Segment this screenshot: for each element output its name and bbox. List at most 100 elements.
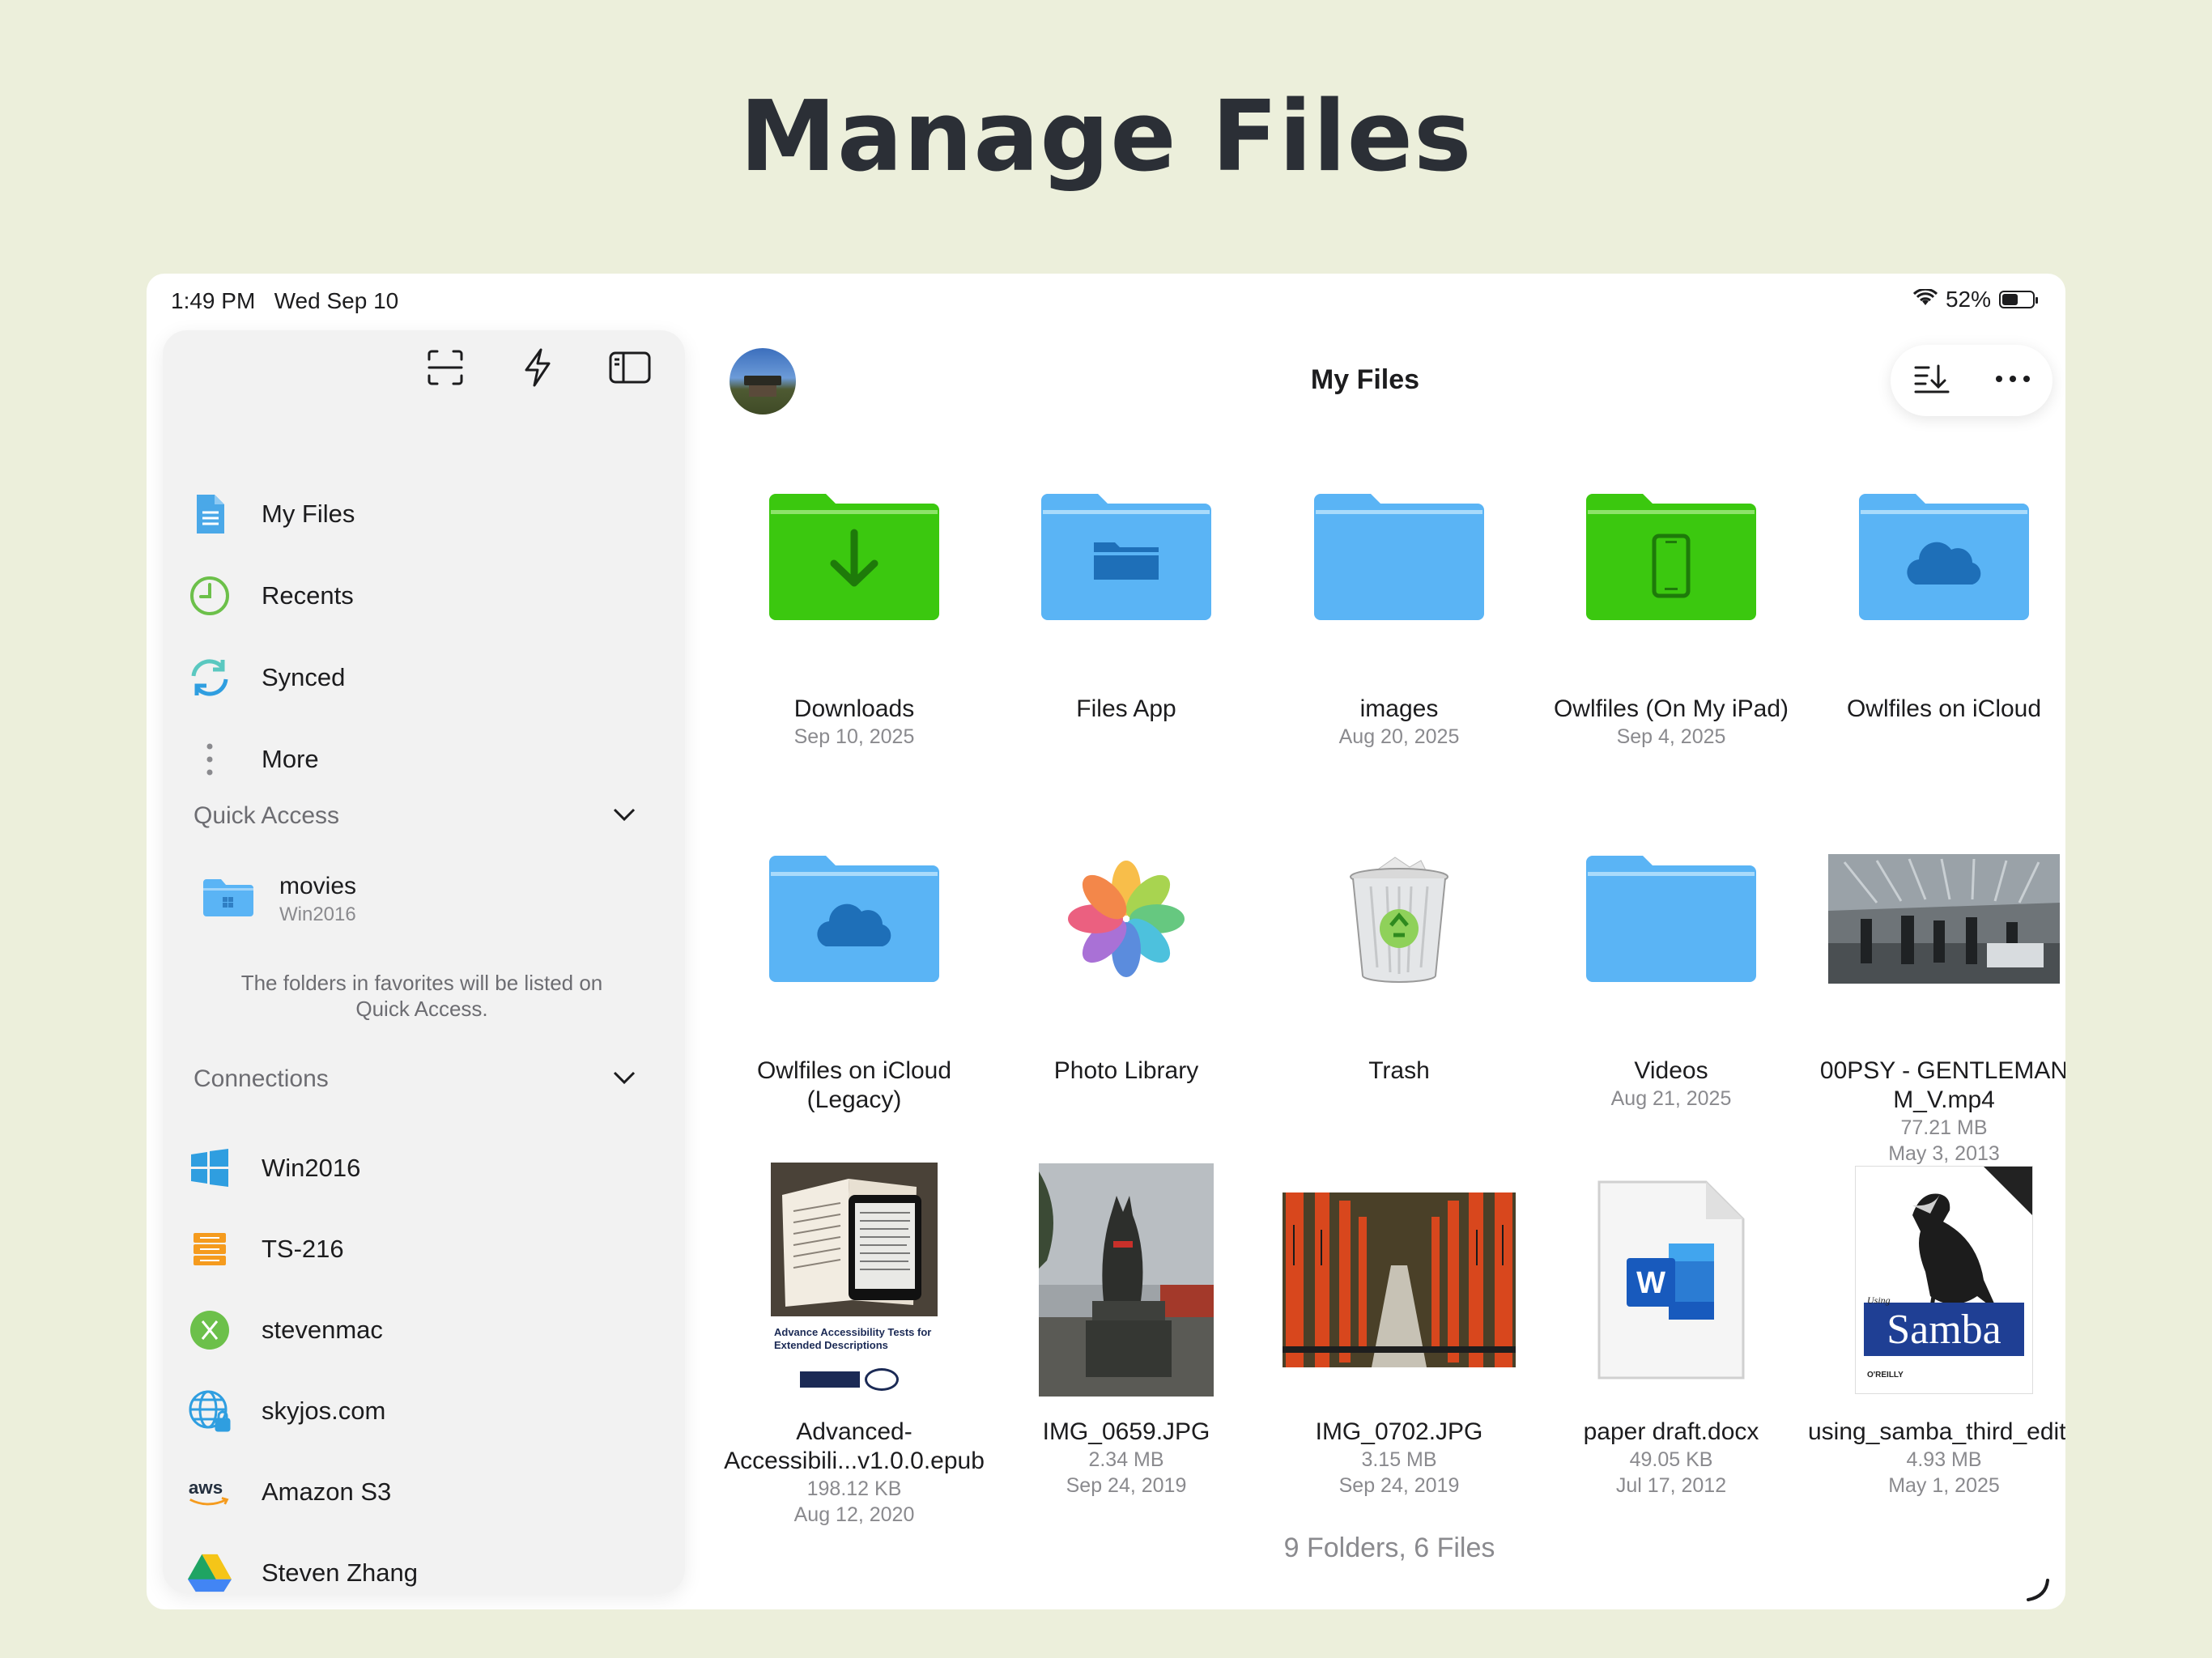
item-name: Videos xyxy=(1634,1057,1708,1084)
grid-item-owlfiles-icloud-legacy[interactable]: Owlfiles on iCloud (Legacy) xyxy=(718,797,990,1115)
connection-win2016[interactable]: Win2016 xyxy=(187,1140,360,1197)
item-size: 3.15 MB xyxy=(1361,1448,1437,1471)
item-date: Aug 21, 2025 xyxy=(1610,1087,1732,1110)
grid-item-samba-pdf[interactable]: Using Samba O'REILLY using_samba_third_e… xyxy=(1808,1158,2065,1499)
item-name: IMG_0702.JPG xyxy=(1315,1418,1483,1445)
sidebar-item-my-files[interactable]: My Files xyxy=(187,486,355,542)
sidebar-item-synced[interactable]: Synced xyxy=(187,649,345,706)
quick-access-item-name: movies xyxy=(279,873,357,899)
sidebar-toolbar xyxy=(423,345,653,390)
status-date: Wed Sep 10 xyxy=(274,288,399,313)
globe-lock-icon xyxy=(187,1388,232,1434)
quick-access-header[interactable]: Quick Access xyxy=(194,796,636,836)
status-time: 1:49 PM xyxy=(171,288,256,313)
sidebar: My Files Recents Synced More Quick Acces… xyxy=(163,330,685,1593)
windows-icon xyxy=(187,1146,232,1191)
connection-ts-216[interactable]: TS-216 xyxy=(187,1221,344,1278)
word-doc-icon: W xyxy=(1535,1158,1807,1401)
item-date: Jul 17, 2012 xyxy=(1615,1474,1727,1497)
epub-cover-title: Advance Accessibility Tests for Extended… xyxy=(774,1326,932,1351)
grid-item-accessibility-epub[interactable]: Advance Accessibility Tests for Extended… xyxy=(718,1158,990,1528)
lightning-icon[interactable] xyxy=(515,345,560,390)
items-summary: 9 Folders, 6 Files xyxy=(1283,1533,1495,1563)
grid-item-paper-draft[interactable]: W paper draft.docx 49.05 KB Jul 17, 2012 xyxy=(1535,1158,1807,1499)
grid-item-img-0659[interactable]: IMG_0659.JPG 2.34 MB Sep 24, 2019 xyxy=(990,1158,1262,1499)
grid-item-trash[interactable]: Trash xyxy=(1263,797,1535,1086)
item-name: IMG_0659.JPG xyxy=(1042,1418,1210,1445)
battery-icon xyxy=(1999,291,2038,308)
item-date: Aug 20, 2025 xyxy=(1338,725,1460,748)
grid-item-photo-library[interactable]: Photo Library xyxy=(990,797,1262,1086)
grid-item-videos[interactable]: Videos Aug 21, 2025 xyxy=(1535,797,1807,1112)
quick-access-item-movies[interactable]: movies Win2016 xyxy=(202,873,356,926)
resize-corner-icon[interactable] xyxy=(2025,1577,2049,1601)
item-date: Aug 12, 2020 xyxy=(793,1503,915,1526)
files-app-folder-icon xyxy=(990,436,1262,678)
connection-skyjos[interactable]: skyjos.com xyxy=(187,1383,385,1439)
more-vertical-icon xyxy=(187,737,232,782)
page-title: My Files xyxy=(1310,364,1420,395)
samba-cover-publisher: O'REILLY xyxy=(1867,1371,1904,1380)
wifi-icon xyxy=(1912,287,1938,312)
clock-icon xyxy=(187,573,232,619)
connection-label: Win2016 xyxy=(262,1154,361,1182)
video-thumbnail xyxy=(1808,797,2065,1040)
item-name: Owlfiles (On My iPad) xyxy=(1553,695,1789,722)
epub-thumbnail: Advance Accessibility Tests for Extended… xyxy=(718,1158,990,1401)
connection-label: TS-216 xyxy=(262,1235,344,1263)
connection-steven-zhang[interactable]: Steven Zhang xyxy=(187,1545,418,1593)
quick-access-note: The folders in favorites will be listed … xyxy=(240,971,603,1021)
chevron-down-icon[interactable] xyxy=(612,806,636,827)
connection-label: Amazon S3 xyxy=(262,1477,392,1506)
grid-item-owlfiles-ipad[interactable]: Owlfiles (On My iPad) Sep 4, 2025 xyxy=(1535,436,1807,750)
page-headline: Manage Files xyxy=(739,81,1473,193)
samba-cover-small: Using xyxy=(1867,1295,1891,1306)
item-size: 2.34 MB xyxy=(1088,1448,1164,1471)
sidebar-toggle-icon[interactable] xyxy=(607,345,653,390)
item-size: 49.05 KB xyxy=(1629,1448,1713,1471)
connection-amazon-s3[interactable]: aws Amazon S3 xyxy=(187,1464,391,1520)
more-options-icon[interactable] xyxy=(1994,373,2031,388)
status-bar: 1:49 PM Wed Sep 10 xyxy=(171,288,398,321)
grid-item-gentleman-mp4[interactable]: 00PSY - GENTLEMAN M_V.mp4 77.21 MB May 3… xyxy=(1808,797,2065,1167)
ipad-folder-icon xyxy=(1535,436,1807,678)
sort-icon[interactable] xyxy=(1912,363,1951,399)
grid-item-downloads[interactable]: Downloads Sep 10, 2025 xyxy=(718,436,990,750)
folder-icon xyxy=(1535,797,1807,1040)
sidebar-item-label: My Files xyxy=(262,500,355,528)
grid-item-images[interactable]: images Aug 20, 2025 xyxy=(1263,436,1535,750)
connection-stevenmac[interactable]: stevenmac xyxy=(187,1302,383,1358)
sidebar-item-label: Recents xyxy=(262,581,354,610)
item-date: Sep 10, 2025 xyxy=(793,725,915,748)
item-size: 77.21 MB xyxy=(1900,1116,1988,1139)
item-name: Files App xyxy=(1076,695,1176,722)
trash-icon xyxy=(1263,797,1535,1040)
item-name: 00PSY - GENTLEMAN M_V.mp4 xyxy=(1819,1057,2065,1113)
samba-cover-title: Samba xyxy=(1887,1307,2001,1353)
grid-item-files-app[interactable]: Files App xyxy=(990,436,1262,724)
grid-item-img-0702[interactable]: IMG_0702.JPG 3.15 MB Sep 24, 2019 xyxy=(1263,1158,1535,1499)
connections-title: Connections xyxy=(194,1065,329,1092)
aws-icon: aws xyxy=(187,1469,232,1515)
sidebar-item-recents[interactable]: Recents xyxy=(187,568,354,624)
folder-icon xyxy=(202,878,255,922)
downloads-folder-icon xyxy=(718,436,990,678)
main-content: My Files Downloads Sep 10, 2025 Files Ap… xyxy=(713,330,2065,1609)
photo-thumbnail xyxy=(1263,1158,1535,1401)
sync-icon xyxy=(187,655,232,700)
chevron-down-icon[interactable] xyxy=(612,1069,636,1090)
icloud-folder-icon xyxy=(718,797,990,1040)
connection-label: Steven Zhang xyxy=(262,1558,419,1587)
pdf-thumbnail: Using Samba O'REILLY xyxy=(1808,1158,2065,1401)
scan-icon[interactable] xyxy=(423,345,468,390)
item-date: Sep 4, 2025 xyxy=(1616,725,1726,748)
item-name: using_samba_third_edition.pdf xyxy=(1808,1418,2065,1445)
grid-item-owlfiles-icloud[interactable]: Owlfiles on iCloud xyxy=(1808,436,2065,724)
item-name: images xyxy=(1359,695,1439,722)
connections-header[interactable]: Connections xyxy=(194,1059,636,1099)
mac-x-icon xyxy=(187,1307,232,1353)
document-icon xyxy=(187,491,232,537)
sidebar-item-more[interactable]: More xyxy=(187,731,319,788)
connection-label: skyjos.com xyxy=(262,1397,386,1425)
photos-icon xyxy=(990,797,1262,1040)
